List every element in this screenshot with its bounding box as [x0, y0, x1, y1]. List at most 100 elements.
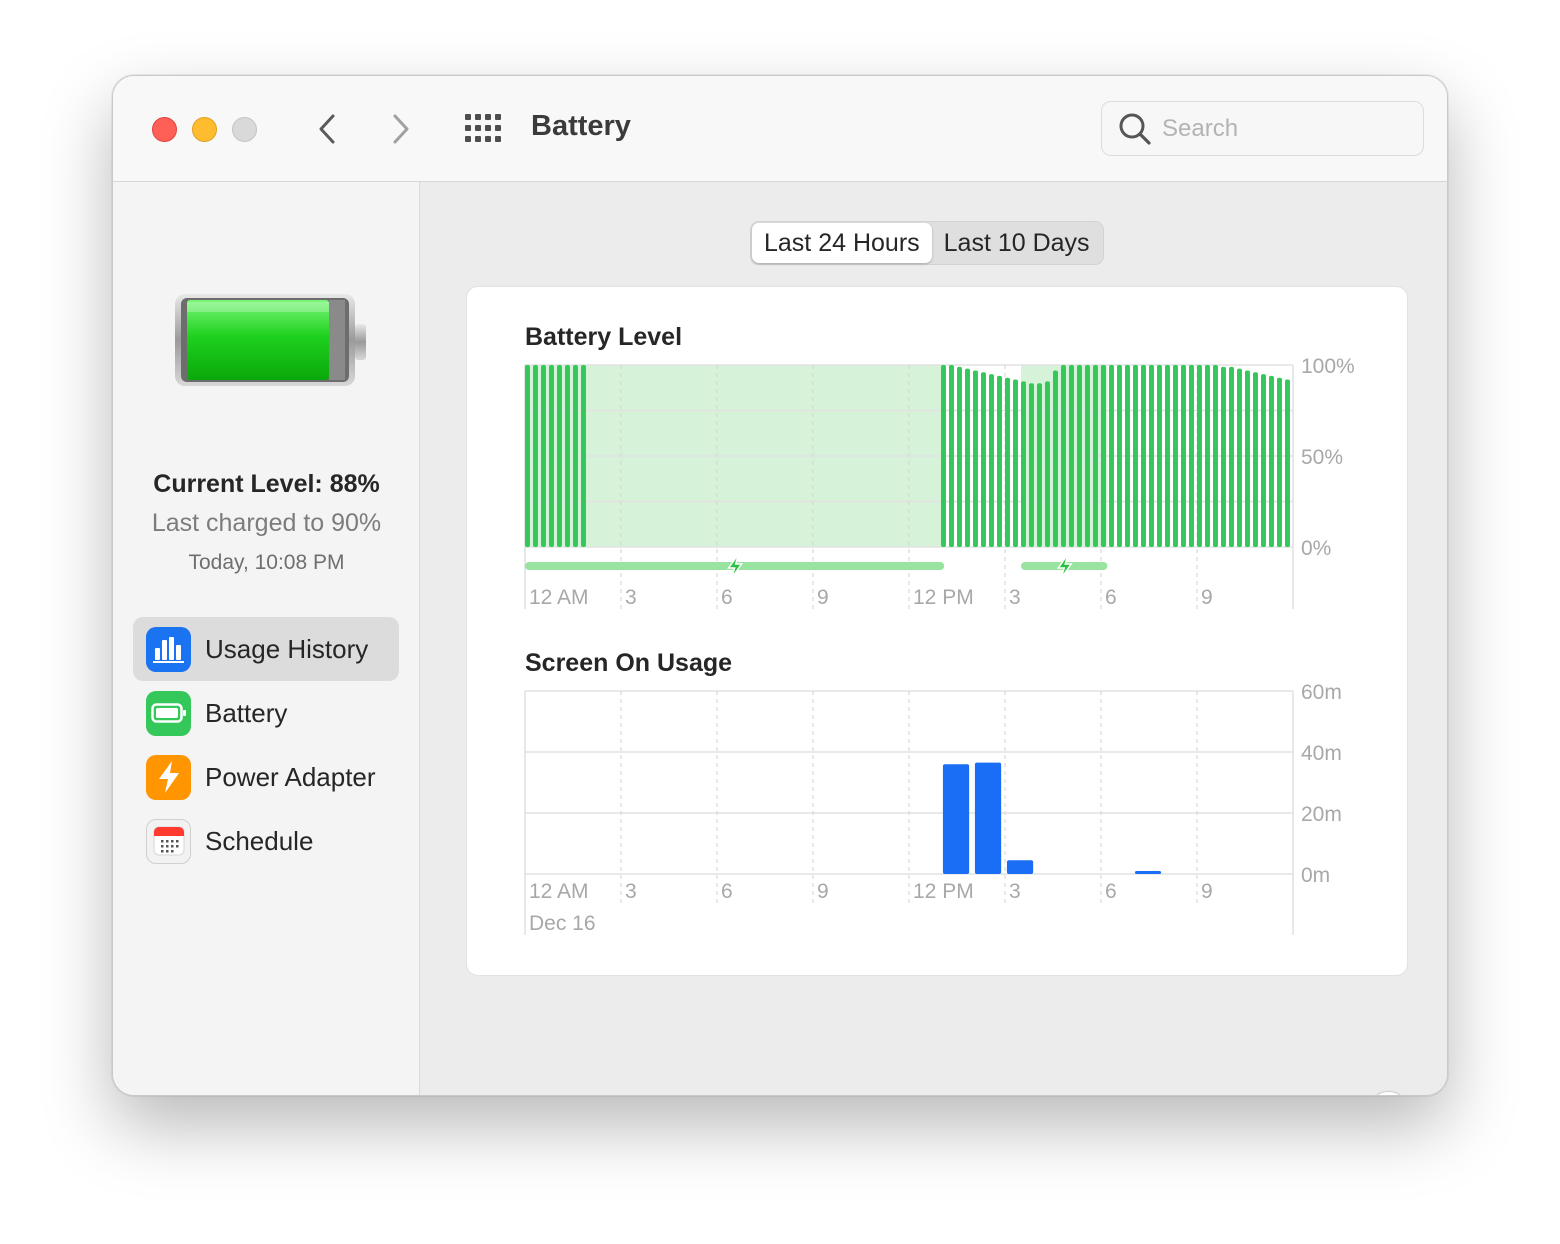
- usage-charts-card: Battery Level Screen On Usage 100% 50% 0% 1…: [466, 286, 1408, 976]
- search-field[interactable]: [1101, 101, 1424, 156]
- battery-level-bar: [581, 365, 586, 547]
- battery-level-bar: [1277, 377, 1282, 547]
- battery-level-bar: [1165, 365, 1170, 547]
- back-button[interactable]: [307, 108, 347, 150]
- battery-level-bar: [1061, 365, 1066, 547]
- battery-level-bar: [1085, 365, 1090, 547]
- battery-level-bar: [1045, 381, 1050, 547]
- tab-last-10-days[interactable]: Last 10 Days: [932, 223, 1102, 263]
- usage-x-tick-label: 6: [1105, 880, 1117, 903]
- battery-level-bar: [1221, 366, 1226, 547]
- bar-chart-icon: [146, 626, 191, 672]
- battery-level-bar: [1229, 366, 1234, 547]
- battery-level-bar: [981, 372, 986, 547]
- help-button[interactable]: ?: [1368, 1091, 1409, 1095]
- sidebar-item-power-adapter[interactable]: Power Adapter: [133, 745, 399, 809]
- battery-level-bar: [1269, 375, 1274, 547]
- usage-x-tick-label: 3: [1009, 880, 1021, 903]
- main-content: Last 24 Hours Last 10 Days Battery Level…: [420, 182, 1447, 1095]
- system-preferences-window: Battery Current: [112, 75, 1448, 1096]
- battery-level-bar: [997, 375, 1002, 547]
- sidebar-item-label: Battery: [205, 697, 288, 728]
- battery-level-bar: [565, 365, 570, 547]
- calendar-icon: [146, 818, 191, 864]
- battery-level-bar: [1149, 365, 1154, 547]
- last-charged-text: Last charged to 90%: [151, 509, 382, 537]
- battery-level-bar: [1005, 377, 1010, 547]
- battery-level-bar: [1141, 365, 1146, 547]
- sidebar: Current Level: 88% Last charged to 90% T…: [113, 182, 420, 1095]
- sidebar-item-battery[interactable]: Battery: [133, 681, 399, 745]
- usage-x-tick-label: 9: [817, 880, 829, 903]
- battery-level-bar: [1197, 365, 1202, 547]
- battery-level-bar: [1117, 365, 1122, 547]
- usage-y-tick-label: 20m: [1301, 803, 1342, 826]
- battery-level-bar: [1173, 365, 1178, 547]
- battery-level-bar: [941, 365, 946, 547]
- battery-level-bar: [525, 365, 530, 547]
- battery-level-bar: [1157, 365, 1162, 547]
- battery-level-bar: [1133, 365, 1138, 547]
- battery-level-bar: [1093, 365, 1098, 547]
- current-level-text: Current Level: 88%: [153, 470, 380, 498]
- screen-usage-bar: [942, 764, 970, 874]
- battery-level-bar: [533, 365, 538, 547]
- battery-level-bar: [1109, 365, 1114, 547]
- battery-level-bar: [1181, 365, 1186, 547]
- battery-level-bar: [1189, 365, 1194, 547]
- battery-y-tick-label: 50%: [1301, 446, 1343, 469]
- usage-x-tick-label: 12 PM: [913, 880, 974, 903]
- battery-level-bar: [1253, 372, 1258, 547]
- battery-level-bar: [1245, 370, 1250, 547]
- usage-x-tick-label: 3: [625, 880, 637, 903]
- battery-y-tick-label: 100%: [1301, 355, 1355, 378]
- sidebar-item-label: Usage History: [205, 633, 369, 664]
- range-segmented-control: Last 24 Hours Last 10 Days: [750, 221, 1104, 265]
- battery-x-tick-label: 3: [1009, 586, 1021, 609]
- sidebar-item-label: Power Adapter: [205, 761, 376, 792]
- charging-lightning-icon: [727, 553, 744, 579]
- battery-level-bar: [573, 365, 578, 547]
- battery-level-bar: [1053, 370, 1058, 547]
- charging-lightning-icon: [1056, 553, 1073, 579]
- battery-level-bar: [1037, 383, 1042, 547]
- battery-level-bar: [1029, 383, 1034, 547]
- minimize-button[interactable]: [192, 117, 217, 142]
- battery-x-tick-label: 6: [1105, 586, 1117, 609]
- battery-x-tick-label: 12 AM: [529, 586, 589, 609]
- battery-y-tick-label: 0%: [1301, 537, 1331, 560]
- battery-x-tick-label: 12 PM: [913, 586, 974, 609]
- sidebar-item-usage-history[interactable]: Usage History: [133, 617, 399, 681]
- battery-level-bar: [1101, 365, 1106, 547]
- chevron-left-icon: [319, 114, 335, 144]
- battery-level-bar: [1077, 365, 1082, 547]
- search-icon: [1119, 113, 1151, 145]
- charged-time-text: Today, 10:08 PM: [188, 551, 345, 574]
- battery-level-bar: [957, 366, 962, 547]
- battery-level-bar: [1021, 381, 1026, 547]
- battery-level-bar: [1069, 365, 1074, 547]
- search-input[interactable]: [1162, 114, 1402, 143]
- battery-level-bar: [557, 365, 562, 547]
- battery-level-bar: [949, 365, 954, 547]
- sidebar-item-schedule[interactable]: Schedule: [133, 809, 399, 873]
- lightning-icon: [146, 754, 191, 800]
- battery-level-bar: [1205, 365, 1210, 547]
- tab-last-24-hours[interactable]: Last 24 Hours: [752, 223, 932, 263]
- battery-level-bar: [1285, 379, 1290, 547]
- screen-usage-bar: [974, 762, 1002, 874]
- screen-usage-bar: [1134, 870, 1162, 874]
- show-all-button[interactable]: [463, 112, 503, 146]
- sidebar-item-label: Schedule: [205, 825, 314, 856]
- battery-x-tick-label: 3: [625, 586, 637, 609]
- usage-y-tick-label: 40m: [1301, 742, 1342, 765]
- forward-button[interactable]: [381, 108, 421, 150]
- battery-level-bar: [1213, 365, 1218, 547]
- close-button[interactable]: [152, 117, 177, 142]
- titlebar: Battery: [113, 76, 1447, 182]
- usage-x-tick-label: 6: [721, 880, 733, 903]
- battery-level-bar: [989, 374, 994, 547]
- usage-date-label: Dec 16: [529, 912, 596, 935]
- zoom-button[interactable]: [232, 117, 257, 142]
- battery-level-icon: [175, 294, 366, 386]
